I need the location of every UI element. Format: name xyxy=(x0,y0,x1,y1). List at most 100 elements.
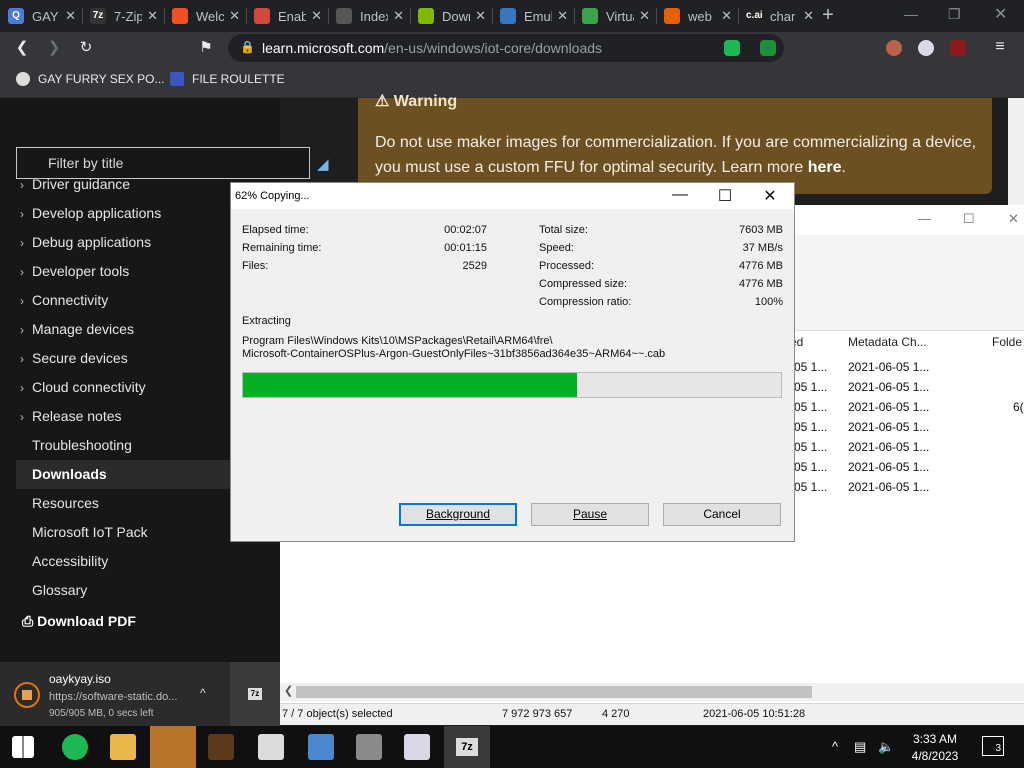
table-cell[interactable]: 05 1... xyxy=(794,440,827,454)
background-button[interactable]: Background xyxy=(399,503,517,526)
tab-close-icon[interactable]: ✕ xyxy=(475,8,486,24)
address-bar[interactable]: 🔒 learn.microsoft.com/en-us/windows/iot-… xyxy=(228,34,784,62)
minimize-icon[interactable]: — xyxy=(918,211,931,226)
close-icon[interactable]: ✕ xyxy=(1008,211,1019,227)
bookmark-item[interactable]: FILE ROULETTE xyxy=(170,72,285,86)
nav-item[interactable]: › Manage devices xyxy=(20,321,134,337)
nav-item[interactable]: Glossary xyxy=(32,582,87,598)
nav-item[interactable]: › Secure devices xyxy=(20,350,128,366)
table-cell[interactable]: 2021-06-05 1... xyxy=(848,380,929,394)
horizontal-scrollbar[interactable]: ❮ xyxy=(280,683,1024,701)
spotify-icon[interactable] xyxy=(62,734,88,760)
browser-tab[interactable]: Welcome ✕ xyxy=(164,0,246,32)
filter-input[interactable]: Filter by title xyxy=(16,147,310,179)
download-item[interactable]: 7z xyxy=(230,662,280,726)
download-pdf-link[interactable]: ⎙ Download PDF xyxy=(22,613,136,630)
restore-icon[interactable]: ❐ xyxy=(948,6,961,23)
sticky-notes-icon[interactable] xyxy=(150,726,196,768)
learn-more-link[interactable]: here xyxy=(808,159,842,176)
browser-tab[interactable]: Q GAY ✕ xyxy=(0,0,82,32)
profile-avatar-icon[interactable] xyxy=(886,40,902,56)
calculator-icon[interactable] xyxy=(258,734,284,760)
folder-icon[interactable] xyxy=(110,734,136,760)
new-tab-button[interactable]: + xyxy=(816,4,840,27)
nav-item[interactable]: › Debug applications xyxy=(20,234,151,250)
nav-item[interactable]: Troubleshooting xyxy=(32,437,132,453)
network-icon[interactable]: ▤ xyxy=(854,739,866,755)
table-cell[interactable]: 05 1... xyxy=(794,420,827,434)
browser-tab[interactable]: Index ✕ xyxy=(328,0,410,32)
table-cell[interactable]: 2021-06-05 1... xyxy=(848,460,929,474)
browser-tab[interactable]: web ✕ xyxy=(656,0,738,32)
tab-close-icon[interactable]: ✕ xyxy=(393,8,404,24)
minimize-icon[interactable]: — xyxy=(668,186,692,204)
nav-item[interactable]: › Release notes xyxy=(20,408,122,424)
back-icon[interactable]: ❮ xyxy=(12,38,32,56)
tab-close-icon[interactable]: ✕ xyxy=(639,8,650,24)
column-header[interactable]: Metadata Ch... xyxy=(848,335,927,349)
cancel-button[interactable]: Cancel xyxy=(663,503,781,526)
tab-close-icon[interactable]: ✕ xyxy=(229,8,240,24)
extension-icon[interactable] xyxy=(918,40,934,56)
windows-start-icon[interactable] xyxy=(12,736,34,758)
close-icon[interactable]: ✕ xyxy=(758,186,782,206)
tab-close-icon[interactable]: ✕ xyxy=(311,8,322,24)
page-scrollbar[interactable] xyxy=(1008,98,1024,208)
pause-button[interactable]: Pause xyxy=(531,503,649,526)
maximize-icon[interactable]: ☐ xyxy=(713,186,737,206)
scroll-left-icon[interactable]: ❮ xyxy=(284,684,293,697)
extension-icon[interactable] xyxy=(724,40,740,56)
ublock-icon[interactable] xyxy=(950,40,966,56)
notifications-icon[interactable]: 3 xyxy=(982,736,1004,756)
close-icon[interactable]: ✕ xyxy=(994,4,1007,24)
document-icon[interactable] xyxy=(404,734,430,760)
table-cell[interactable]: 2021-06-05 1... xyxy=(848,400,929,414)
nav-item[interactable]: › Cloud connectivity xyxy=(20,379,146,395)
nav-item[interactable]: › Developer tools xyxy=(20,263,129,279)
table-cell[interactable]: 05 1... xyxy=(794,360,827,374)
clock[interactable]: 3:33 AM 4/8/2023 xyxy=(900,731,970,765)
maximize-icon[interactable]: ☐ xyxy=(963,211,975,227)
table-cell[interactable]: 2021-06-05 1... xyxy=(848,440,929,454)
filter-icon[interactable]: ◢ xyxy=(317,155,329,173)
volume-icon[interactable]: 🔈 xyxy=(878,739,894,755)
app-icon[interactable] xyxy=(356,734,382,760)
bookmark-item[interactable]: GAY FURRY SEX PO... xyxy=(16,72,165,86)
minimize-icon[interactable]: — xyxy=(904,6,918,22)
browser-tab[interactable]: Emulator ✕ xyxy=(492,0,574,32)
app-icon[interactable] xyxy=(308,734,334,760)
column-header[interactable]: Folde xyxy=(992,335,1022,349)
tab-close-icon[interactable]: ✕ xyxy=(803,8,814,24)
browser-tab[interactable]: Virtual ✕ xyxy=(574,0,656,32)
table-cell[interactable]: 2021-06-05 1... xyxy=(848,360,929,374)
chevron-up-icon[interactable]: ^ xyxy=(832,739,838,754)
nav-item[interactable]: Resources xyxy=(32,495,99,511)
table-cell[interactable]: 05 1... xyxy=(794,480,827,494)
table-cell[interactable]: 05 1... xyxy=(794,400,827,414)
shield-extension-icon[interactable] xyxy=(760,40,776,56)
table-cell[interactable]: 2021-06-05 1... xyxy=(848,420,929,434)
nav-item[interactable]: › Develop applications xyxy=(20,205,161,221)
scrollbar-thumb[interactable] xyxy=(296,686,812,698)
table-cell[interactable]: 2021-06-05 1... xyxy=(848,480,929,494)
chevron-up-icon[interactable]: ^ xyxy=(200,686,206,700)
nav-item[interactable]: Accessibility xyxy=(32,553,108,569)
browser-tab[interactable]: 7z 7-Zip ✕ xyxy=(82,0,164,32)
table-cell[interactable]: 05 1... xyxy=(794,380,827,394)
nav-item[interactable]: Downloads xyxy=(16,460,236,489)
tab-close-icon[interactable]: ✕ xyxy=(147,8,158,24)
table-cell[interactable]: 6( xyxy=(1013,400,1024,414)
nav-item[interactable]: › Connectivity xyxy=(20,292,108,308)
forward-icon[interactable]: ❯ xyxy=(44,38,64,56)
browser-tab[interactable]: c.ai char ✕ xyxy=(738,0,820,32)
tab-close-icon[interactable]: ✕ xyxy=(721,8,732,24)
menu-icon[interactable]: ≡ xyxy=(990,38,1010,56)
browser-tab[interactable]: Enable ✕ xyxy=(246,0,328,32)
7zip-taskbar-icon[interactable]: 7z xyxy=(444,726,490,768)
bookmark-icon[interactable]: ⚑ xyxy=(196,38,216,56)
app-icon[interactable] xyxy=(208,734,234,760)
nav-item[interactable]: Microsoft IoT Pack xyxy=(32,524,148,540)
reload-icon[interactable]: ↻ xyxy=(76,38,96,56)
tab-close-icon[interactable]: ✕ xyxy=(65,8,76,24)
tab-close-icon[interactable]: ✕ xyxy=(557,8,568,24)
